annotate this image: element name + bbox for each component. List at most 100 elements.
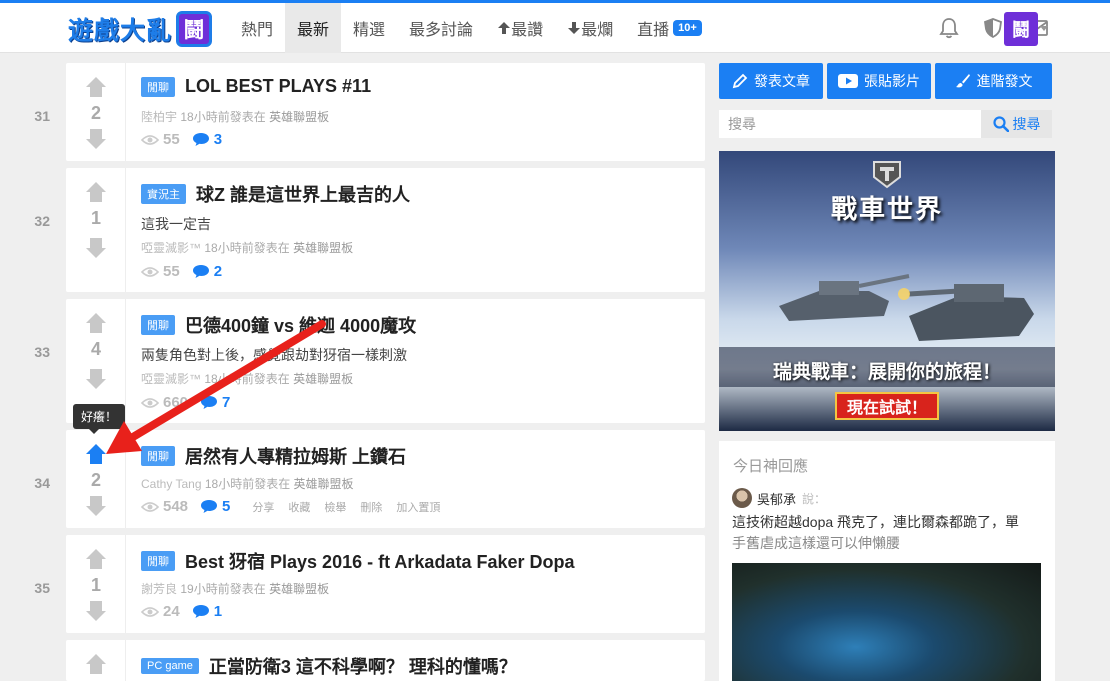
post-title[interactable]: Best 犽宿 Plays 2016 - ft Arkadata Faker D… bbox=[185, 548, 575, 574]
reply-author[interactable]: 吳郁承 bbox=[757, 489, 796, 508]
post-title[interactable]: 巴德400鐘 vs 維迦 4000魔攻 bbox=[185, 312, 416, 338]
reply-text[interactable]: 這技術超越dopa 飛克了，連比爾森都跪了，單 手舊虐成這樣還可以伸懶腰 bbox=[732, 512, 1046, 554]
vote-box: 2 bbox=[66, 430, 126, 528]
user-avatar[interactable]: 鬪 bbox=[1004, 12, 1038, 46]
post-card[interactable]: 35 1 閒聊 Best 犽宿 Plays 2016 - ft Arkadata … bbox=[34, 535, 705, 633]
upvote-icon[interactable] bbox=[84, 180, 108, 204]
eye-icon bbox=[141, 266, 159, 277]
search-input[interactable] bbox=[719, 110, 981, 138]
post-tag[interactable]: 閒聊 bbox=[141, 551, 175, 571]
post-board[interactable]: 英雄聯盟板 bbox=[294, 477, 354, 491]
logo-mark: 鬪 bbox=[176, 11, 213, 47]
comment-count[interactable]: 5 bbox=[200, 498, 230, 515]
comment-count[interactable]: 3 bbox=[192, 131, 222, 148]
nav-most-liked[interactable]: 最讚 bbox=[485, 3, 555, 53]
nav-latest-label: 最新 bbox=[297, 22, 330, 39]
view-count-value: 548 bbox=[163, 498, 189, 515]
upvote-icon[interactable] bbox=[84, 442, 108, 466]
brush-icon bbox=[955, 74, 970, 88]
post-time: 19小時前發表在 bbox=[180, 582, 266, 596]
downvote-icon[interactable] bbox=[84, 367, 108, 391]
comment-count[interactable]: 2 bbox=[192, 263, 222, 280]
post-video-button[interactable]: 張貼影片 bbox=[827, 63, 931, 99]
panel-title: 今日神回應 bbox=[733, 458, 809, 475]
post-title[interactable]: LOL BEST PLAYS #11 bbox=[185, 76, 371, 97]
nav-latest[interactable]: 最新 bbox=[285, 3, 342, 53]
arrow-up-icon bbox=[498, 22, 511, 34]
report-action[interactable]: 檢舉 bbox=[324, 499, 346, 515]
vote-box: 1 bbox=[66, 168, 126, 292]
upvote-tooltip: 好癢！ bbox=[73, 404, 126, 434]
post-board[interactable]: 英雄聯盟板 bbox=[293, 372, 353, 386]
post-card[interactable]: 33 4 閒聊 巴德400鐘 vs 維迦 4000魔攻 兩隻角色對上後，感覺跟劫對… bbox=[34, 299, 705, 423]
post-board[interactable]: 英雄聯盟板 bbox=[293, 241, 353, 255]
post-title[interactable]: 球Z 誰是這世界上最吉的人 bbox=[196, 181, 410, 207]
share-action[interactable]: 分享 bbox=[252, 499, 274, 515]
bell-icon[interactable] bbox=[938, 17, 960, 39]
post-actions: 分享 收藏 檢舉 刪除 加入置頂 bbox=[252, 499, 440, 515]
reply-thumbnail[interactable] bbox=[732, 563, 1041, 681]
ad-cta-button[interactable]: 現在試試！ bbox=[835, 392, 939, 420]
nav-featured[interactable]: 精選 bbox=[341, 3, 397, 53]
nav-most-discussed[interactable]: 最多討論 bbox=[397, 3, 485, 53]
pin-action[interactable]: 加入置頂 bbox=[396, 499, 440, 515]
upvote-icon[interactable] bbox=[84, 547, 108, 571]
comment-count-value: 1 bbox=[213, 603, 223, 620]
reply-text-main: 這技術超越dopa 飛克了，連比爾森都跪了，單 bbox=[732, 514, 1020, 530]
post-author[interactable]: 陸柏宇 bbox=[141, 110, 177, 124]
avatar[interactable] bbox=[732, 488, 752, 508]
post-tag[interactable]: 實況主 bbox=[141, 184, 186, 204]
upvote-icon[interactable] bbox=[84, 652, 108, 676]
post-author[interactable]: 啞靈滅影™ bbox=[141, 372, 201, 386]
bookmark-action[interactable]: 收藏 bbox=[288, 499, 310, 515]
search-button[interactable]: 搜尋 bbox=[981, 110, 1052, 138]
post-time: 18小時前發表在 bbox=[204, 241, 290, 255]
post-card[interactable]: PC game 正當防衛3 這不科學啊？ 理科的懂嗎？ bbox=[66, 640, 705, 681]
chevron-down-icon[interactable] bbox=[1040, 26, 1048, 31]
post-card[interactable]: 34 2 閒聊 居然有人專精拉姆斯 上鑽石 Cathy Tang 18小時前發表在… bbox=[34, 430, 705, 528]
advanced-post-button[interactable]: 進階發文 bbox=[935, 63, 1052, 99]
nav-live[interactable]: 直播 10+ bbox=[625, 3, 714, 53]
vote-count: 1 bbox=[90, 208, 101, 228]
upvote-icon[interactable] bbox=[84, 311, 108, 335]
comment-count-value: 2 bbox=[213, 263, 223, 280]
post-title[interactable]: 正當防衛3 這不科學啊？ 理科的懂嗎？ bbox=[209, 653, 517, 679]
post-meta: Cathy Tang 18小時前發表在 英雄聯盟板 bbox=[141, 475, 354, 492]
live-count-badge: 10+ bbox=[673, 20, 702, 36]
nav-live-label: 直播 bbox=[637, 22, 670, 39]
nav-worst[interactable]: 最爛 bbox=[555, 3, 625, 53]
post-tag[interactable]: 閒聊 bbox=[141, 76, 175, 97]
advanced-post-label: 進階發文 bbox=[976, 73, 1033, 89]
downvote-icon[interactable] bbox=[84, 236, 108, 260]
post-author[interactable]: 謝芳良 bbox=[141, 582, 177, 596]
post-tag[interactable]: PC game bbox=[141, 658, 199, 674]
post-author[interactable]: Cathy Tang bbox=[141, 477, 202, 491]
delete-action[interactable]: 刪除 bbox=[360, 499, 382, 515]
post-card[interactable]: 32 1 實況主 球Z 誰是這世界上最吉的人 這我一定吉 啞靈滅影™ 18小時前發… bbox=[34, 168, 705, 292]
post-card[interactable]: 31 2 閒聊 LOL BEST PLAYS #11 陸柏宇 18小時前發表在 英… bbox=[34, 63, 705, 161]
post-board[interactable]: 英雄聯盟板 bbox=[269, 582, 329, 596]
nav-hot-label: 熱門 bbox=[241, 22, 274, 39]
downvote-icon[interactable] bbox=[84, 599, 108, 623]
new-post-label: 發表文章 bbox=[754, 73, 810, 89]
nav-hot[interactable]: 熱門 bbox=[229, 3, 285, 53]
downvote-icon[interactable] bbox=[84, 127, 108, 151]
comment-count[interactable]: 7 bbox=[200, 394, 230, 411]
new-post-button[interactable]: 發表文章 bbox=[719, 63, 823, 99]
post-title[interactable]: 居然有人專精拉姆斯 上鑽石 bbox=[185, 443, 406, 469]
reply-said: 說： bbox=[802, 491, 827, 506]
site-logo[interactable]: 遊戲大亂 鬪 bbox=[68, 9, 213, 49]
post-board[interactable]: 英雄聯盟板 bbox=[269, 110, 329, 124]
downvote-icon[interactable] bbox=[84, 494, 108, 518]
search-icon bbox=[992, 116, 1009, 132]
comment-count[interactable]: 1 bbox=[192, 603, 222, 620]
post-tag[interactable]: 閒聊 bbox=[141, 446, 175, 466]
upvote-icon[interactable] bbox=[84, 75, 108, 99]
post-stats: 55 3 bbox=[141, 131, 244, 148]
shield-icon[interactable] bbox=[982, 17, 1004, 39]
ad-banner[interactable]: 戰車世界 瑞典戰車：展開你的旅程！ 現在試試！ bbox=[719, 151, 1055, 431]
view-count: 660 bbox=[141, 394, 188, 411]
post-tag[interactable]: 閒聊 bbox=[141, 315, 175, 335]
logo-text: 遊戲大亂 bbox=[68, 17, 173, 45]
post-author[interactable]: 啞靈滅影™ bbox=[141, 241, 201, 255]
